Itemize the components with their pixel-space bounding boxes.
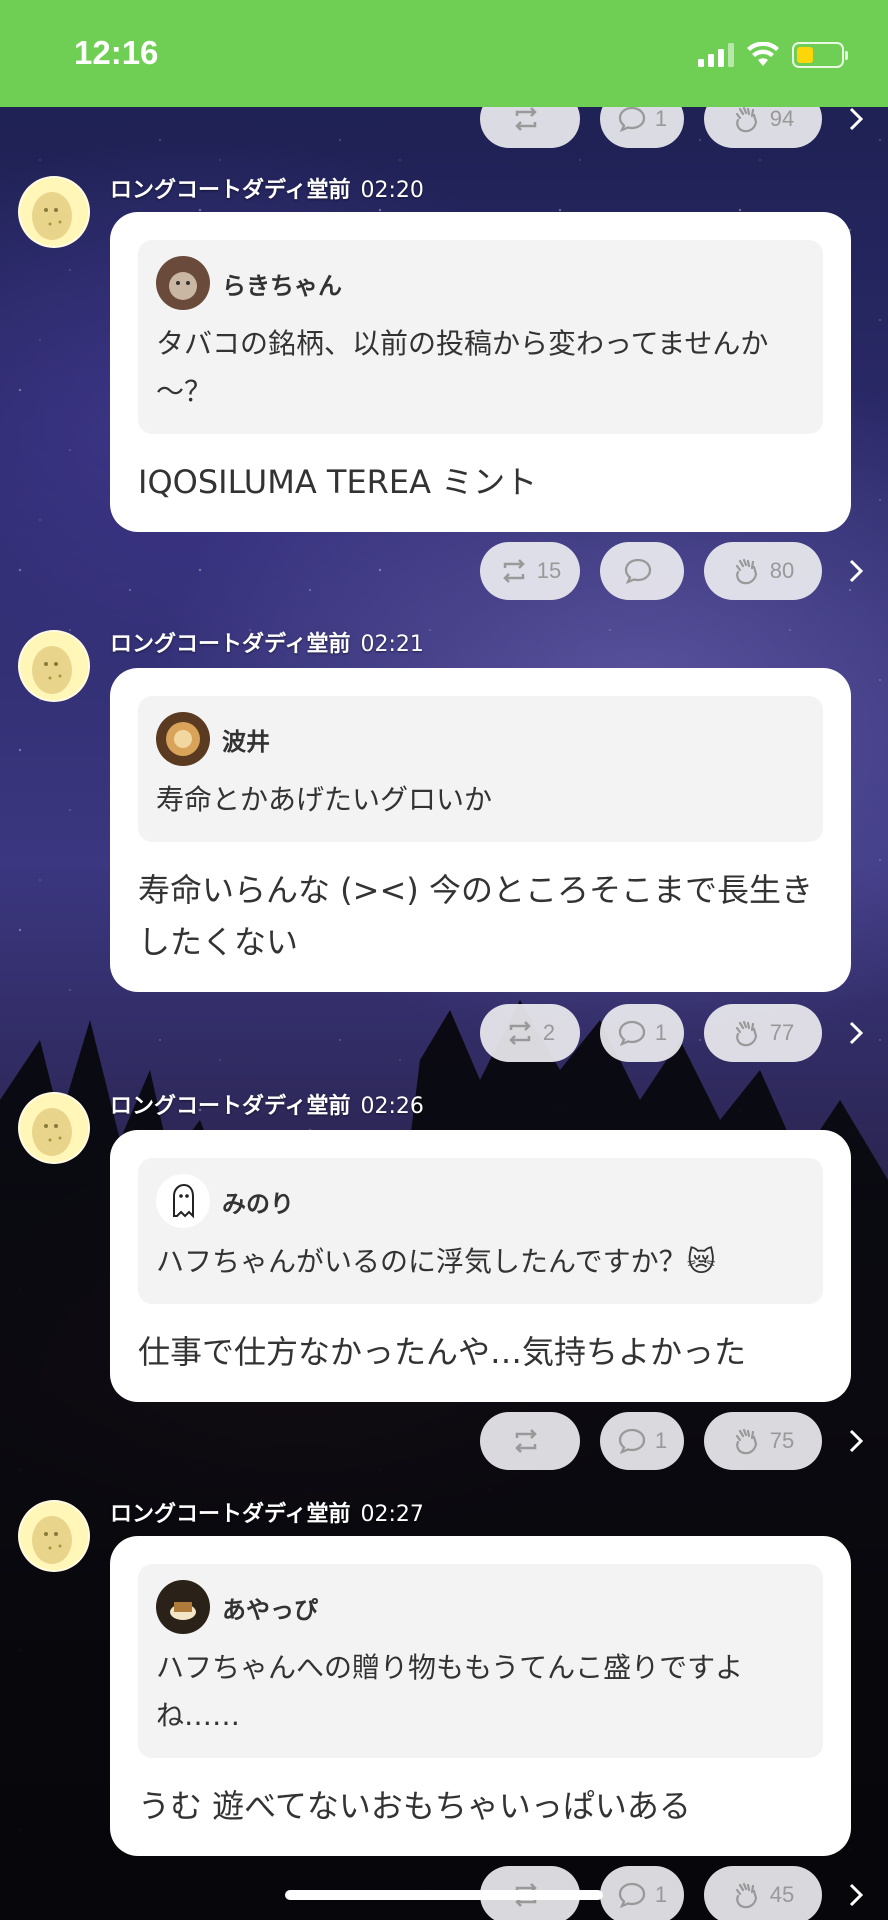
quoted-question[interactable]: らきちゃん タバコの銘柄、以前の投稿から変わってませんか～？ [138, 240, 823, 434]
status-icons [698, 42, 848, 68]
quote-text: ハフちゃんへの贈り物ももうてんこ盛りですよね…… [156, 1651, 744, 1732]
comment-button[interactable]: 1 [600, 1412, 684, 1470]
comment-button[interactable] [600, 542, 684, 600]
chevron-right-icon [849, 1021, 864, 1045]
clap-icon [735, 106, 757, 133]
repost-icon [502, 559, 525, 583]
post-actions: 2 1 77 [480, 1004, 870, 1062]
ghost-icon [156, 1174, 210, 1228]
post-meta: ロングコートダディ堂前 02:21 [110, 626, 424, 658]
avatar[interactable] [18, 1092, 90, 1164]
quote-author: 波井 [222, 727, 270, 756]
chevron-right-icon [849, 107, 864, 131]
clap-button[interactable]: 45 [704, 1866, 822, 1920]
home-indicator[interactable] [285, 1890, 603, 1900]
quote-author: らきちゃん [222, 271, 342, 300]
more-button[interactable] [842, 542, 870, 600]
comment-count: 1 [654, 1882, 668, 1907]
comment-icon [618, 1428, 646, 1455]
avatar[interactable] [18, 630, 90, 702]
quoted-question[interactable]: あやっぴ ハフちゃんへの贈り物ももうてんこ盛りですよね…… [138, 1564, 823, 1758]
comment-icon [624, 558, 652, 585]
post-time: 02:21 [360, 632, 424, 657]
clap-icon [735, 1020, 757, 1047]
comment-count: 1 [654, 1428, 668, 1453]
comment-icon [618, 1882, 646, 1909]
chevron-right-icon [849, 559, 864, 583]
chevron-right-icon [849, 1883, 864, 1907]
quote-author: みのり [222, 1189, 294, 1218]
post-author[interactable]: ロングコートダディ堂前 [110, 1502, 350, 1527]
quote-text: タバコの銘柄、以前の投稿から変わってませんか～？ [156, 327, 769, 408]
post-actions: 1 75 [480, 1412, 870, 1470]
signal-icon [698, 43, 734, 67]
chevron-right-icon [849, 1429, 864, 1453]
comment-button[interactable]: 1 [600, 1866, 684, 1920]
reply-text: IQOSILUMA TEREA ミント [138, 463, 538, 501]
clap-button[interactable]: 75 [704, 1412, 822, 1470]
quote-text: 寿命とかあげたいグロいか [156, 783, 493, 816]
quote-avatar [156, 256, 210, 310]
reply-text: 仕事で仕方なかったんや…気持ちよかった [138, 1333, 747, 1371]
post-time: 02:20 [360, 178, 424, 203]
clap-count: 75 [769, 1428, 795, 1453]
repost-button[interactable]: 2 [480, 1004, 580, 1062]
repost-count: 2 [542, 1020, 556, 1045]
repost-button[interactable] [480, 1412, 580, 1470]
post-time: 02:27 [360, 1502, 424, 1527]
post-meta: ロングコートダディ堂前 02:20 [110, 172, 424, 204]
post-author[interactable]: ロングコートダディ堂前 [110, 178, 350, 203]
quoted-question[interactable]: みのり ハフちゃんがいるのに浮気したんですか？😿 [138, 1158, 823, 1304]
comment-icon [618, 106, 646, 133]
clap-button[interactable]: 77 [704, 1004, 822, 1062]
repost-button[interactable]: 15 [480, 542, 580, 600]
comment-icon [618, 1020, 646, 1047]
more-button[interactable] [842, 1412, 870, 1470]
quote-avatar [156, 712, 210, 766]
clap-icon [735, 1882, 757, 1909]
post-card[interactable]: みのり ハフちゃんがいるのに浮気したんですか？😿 仕事で仕方なかったんや…気持ち… [110, 1130, 851, 1402]
comment-count: 1 [654, 1020, 668, 1045]
more-button[interactable] [842, 1004, 870, 1062]
post-meta: ロングコートダディ堂前 02:27 [110, 1496, 424, 1528]
repost-icon [515, 1429, 537, 1453]
status-bar: 12:16 [0, 0, 888, 107]
post-author[interactable]: ロングコートダディ堂前 [110, 1094, 350, 1119]
clap-count: 94 [769, 106, 795, 131]
comment-button[interactable]: 1 [600, 1004, 684, 1062]
repost-icon [509, 1021, 531, 1045]
post-actions: 15 80 [480, 542, 870, 600]
reply-text: 寿命いらんな (><) 今のところそこまで長生きしたくない [138, 871, 813, 961]
post-card[interactable]: らきちゃん タバコの銘柄、以前の投稿から変わってませんか～？ IQOSILUMA… [110, 212, 851, 532]
quote-avatar [156, 1174, 210, 1228]
wifi-icon [747, 42, 779, 66]
clap-icon [735, 558, 757, 585]
post-card[interactable]: あやっぴ ハフちゃんへの贈り物ももうてんこ盛りですよね…… うむ 遊べてないおも… [110, 1536, 851, 1856]
clap-count: 80 [769, 558, 795, 583]
battery-icon [792, 42, 848, 68]
avatar[interactable] [18, 176, 90, 248]
post-card[interactable]: 波井 寿命とかあげたいグロいか 寿命いらんな (><) 今のところそこまで長生き… [110, 668, 851, 992]
avatar[interactable] [18, 1500, 90, 1572]
clap-count: 45 [769, 1882, 795, 1907]
more-button[interactable] [842, 1866, 870, 1920]
quote-avatar [156, 1580, 210, 1634]
clap-count: 77 [769, 1020, 795, 1045]
clap-button[interactable]: 80 [704, 542, 822, 600]
post-author[interactable]: ロングコートダディ堂前 [110, 632, 350, 657]
comment-count: 1 [654, 106, 668, 131]
post-time: 02:26 [360, 1094, 424, 1119]
status-time: 12:16 [74, 34, 159, 71]
clap-icon [735, 1428, 757, 1455]
quote-text: ハフちゃんがいるのに浮気したんですか？😿 [156, 1245, 716, 1278]
quote-author: あやっぴ [222, 1595, 318, 1624]
post-meta: ロングコートダディ堂前 02:26 [110, 1088, 424, 1120]
repost-icon [515, 107, 537, 131]
repost-count: 15 [536, 558, 562, 583]
quoted-question[interactable]: 波井 寿命とかあげたいグロいか [138, 696, 823, 842]
reply-text: うむ 遊べてないおもちゃいっぱいある [138, 1787, 691, 1825]
